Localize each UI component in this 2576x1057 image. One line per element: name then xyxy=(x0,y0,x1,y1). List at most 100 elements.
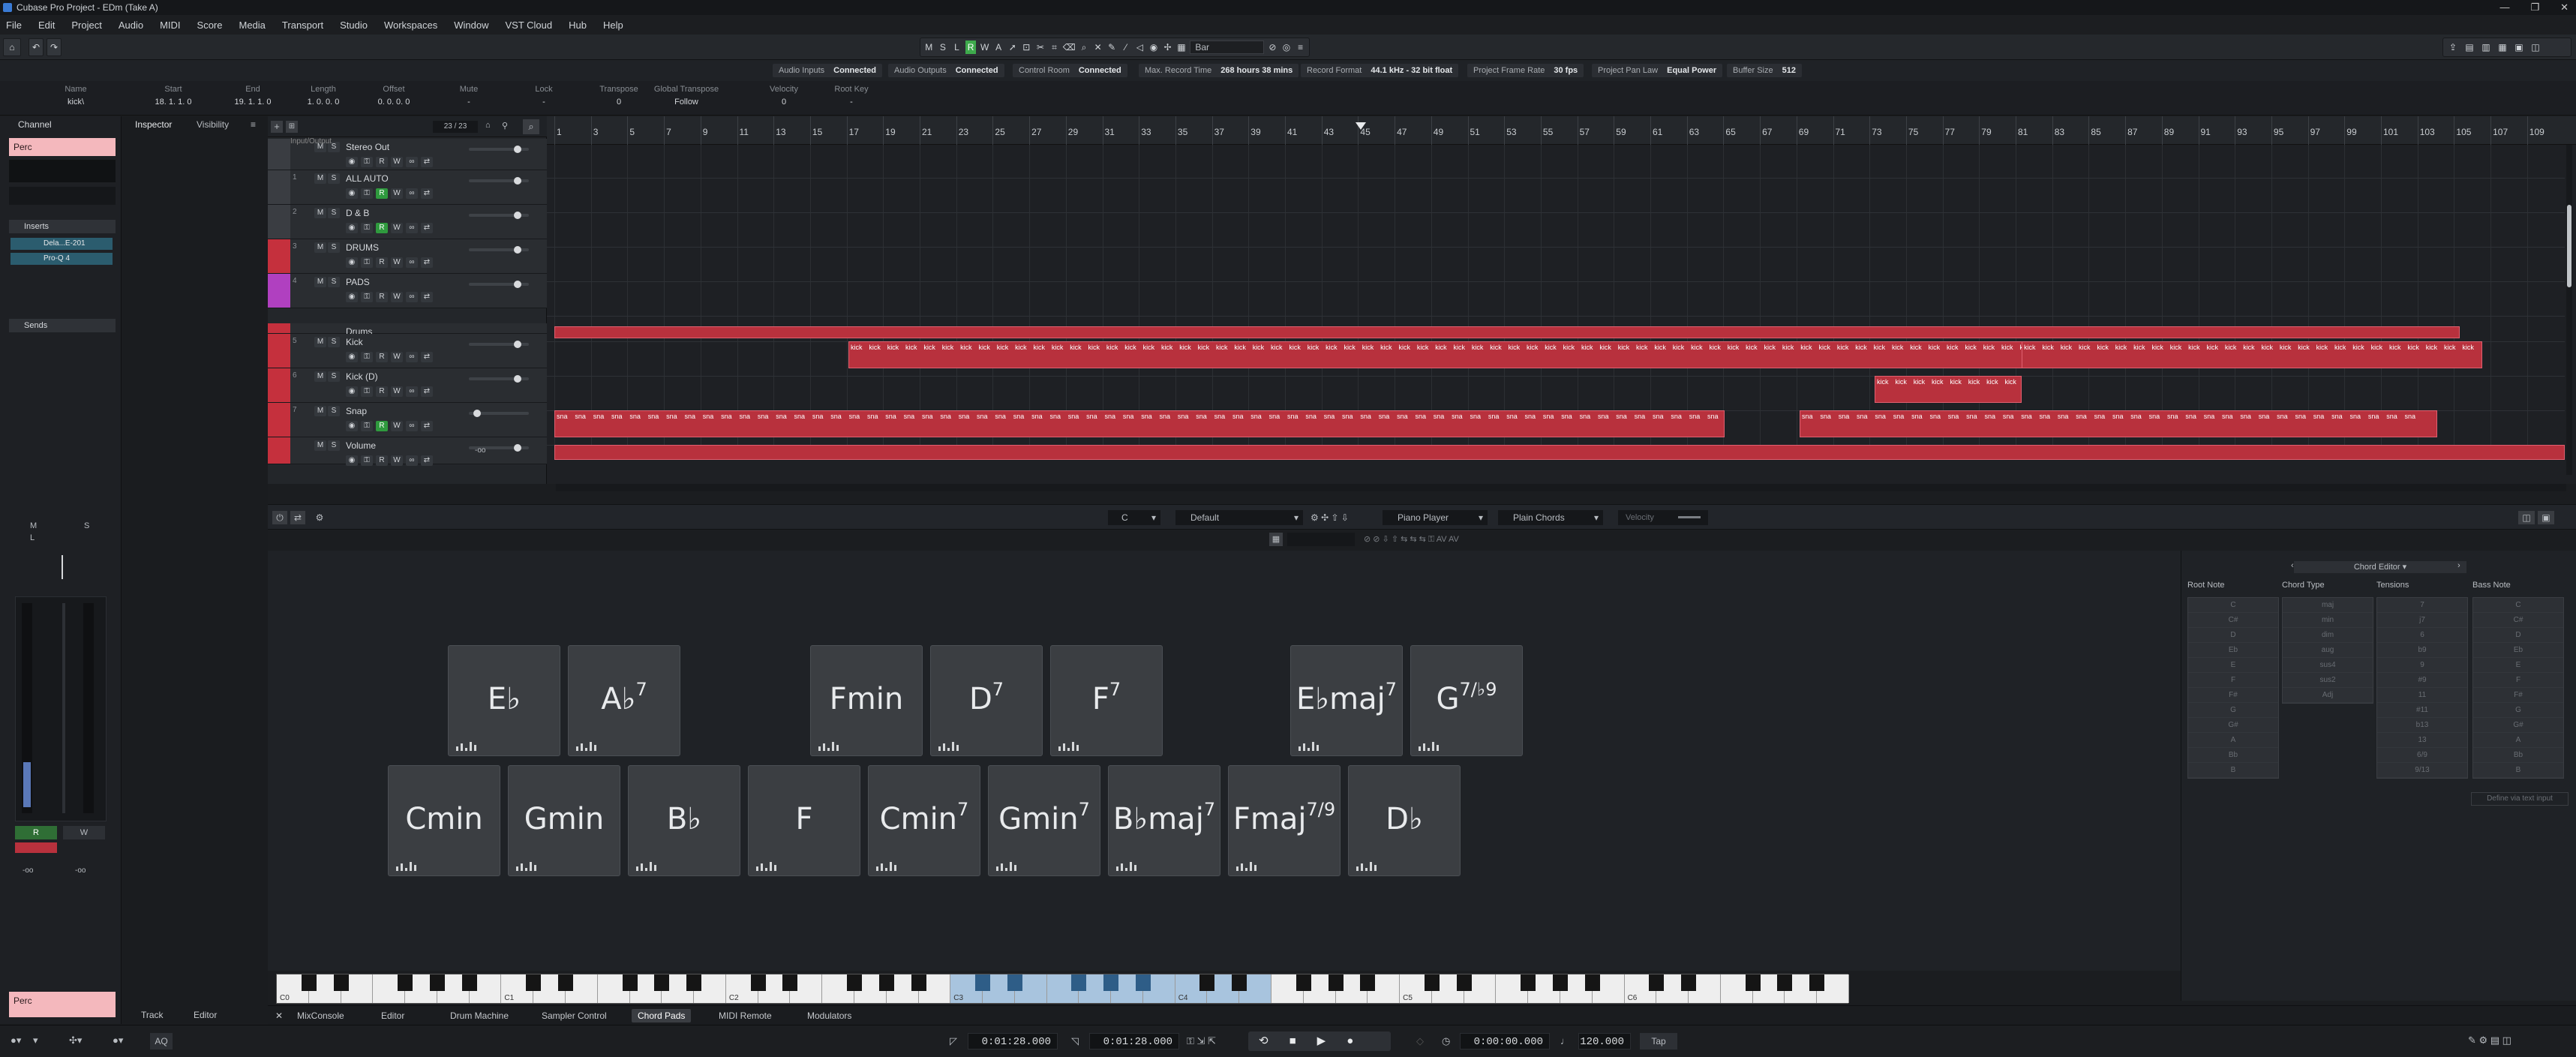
black-key[interactable] xyxy=(975,974,991,991)
chord-editor-option[interactable]: C xyxy=(2188,598,2278,613)
mute-tool-icon[interactable]: ✕ xyxy=(1092,41,1103,54)
track-solo-button[interactable]: S xyxy=(328,173,340,184)
status-audio-outputs[interactable]: Audio Outputs Connected xyxy=(888,64,1004,77)
chord-editor-option[interactable]: 9/13 xyxy=(2377,763,2467,778)
track-mute-button[interactable]: M xyxy=(314,337,326,347)
track-name[interactable]: ALL AUTO xyxy=(346,173,389,184)
track-write-button[interactable]: W xyxy=(391,386,403,397)
chord-editor-option[interactable]: C# xyxy=(2188,613,2278,628)
power-icon[interactable]: ⏻ xyxy=(272,511,287,524)
key-select[interactable]: C ▾ xyxy=(1108,510,1160,525)
chord-pad[interactable]: B♭ xyxy=(628,765,740,876)
track-edit-button[interactable]: ∞ xyxy=(406,223,418,233)
black-key[interactable] xyxy=(1071,974,1087,991)
track-pads[interactable]: 4 PADS M S ◉ ⚿ R W ∞ ⇄ xyxy=(268,274,547,308)
track-name[interactable]: DRUMS xyxy=(346,242,379,253)
bottom-track-name[interactable]: Perc xyxy=(9,992,116,1017)
track-lock-button[interactable]: ⚿ xyxy=(361,157,373,167)
track-write-button[interactable]: W xyxy=(391,421,403,431)
layout-full-icon[interactable]: ▣ xyxy=(2512,41,2526,54)
chord-pad[interactable]: D7 xyxy=(930,645,1043,756)
track-monitor-button[interactable]: ◉ xyxy=(346,292,358,302)
sends-header[interactable]: Sends xyxy=(9,319,116,332)
erase-tool-icon[interactable]: ⌫ xyxy=(1063,41,1076,54)
chord-editor-option[interactable]: 7 xyxy=(2377,598,2467,613)
track-color[interactable] xyxy=(268,139,290,170)
track-lock-button[interactable]: ⚿ xyxy=(361,292,373,302)
track-kick-d-[interactable]: 6 Kick (D) M S ◉ ⚿ R W ∞ ⇄ xyxy=(268,368,547,403)
tab-midi-remote[interactable]: MIDI Remote xyxy=(713,1009,778,1022)
chord-editor-option[interactable]: B xyxy=(2188,763,2278,778)
track-name[interactable]: Kick (D) xyxy=(346,371,378,382)
chords-select[interactable]: Plain Chords ▾ xyxy=(1498,510,1603,525)
home-icon[interactable]: ⌂ xyxy=(3,38,21,56)
stop-button[interactable]: ■ xyxy=(1290,1031,1296,1051)
search-icon[interactable]: ⌕ xyxy=(523,119,539,134)
tab-drum-machine[interactable]: Drum Machine xyxy=(444,1009,515,1022)
solo-button[interactable]: S xyxy=(84,521,89,530)
metronome-icon[interactable]: ♩ xyxy=(1560,1033,1575,1049)
chord-editor-option[interactable]: C xyxy=(2473,598,2563,613)
track-volume-fader[interactable] xyxy=(469,146,529,153)
menu-workspaces[interactable]: Workspaces xyxy=(384,20,437,31)
black-key[interactable] xyxy=(1199,974,1215,991)
menu-vst-cloud[interactable]: VST Cloud xyxy=(506,20,553,31)
tap-button[interactable]: Tap xyxy=(1640,1033,1677,1049)
track-drums[interactable]: 3 DRUMS M S ◉ ⚿ R W ∞ ⇄ xyxy=(268,239,547,274)
piano-keyboard[interactable]: C0 C1 C2 C3 C4 C5 C6 xyxy=(276,974,1849,1004)
black-key[interactable] xyxy=(398,974,413,991)
auto-quantize-icon[interactable]: ●▾ xyxy=(113,1034,128,1048)
listen-button[interactable]: L xyxy=(30,533,35,542)
black-key[interactable] xyxy=(911,974,926,991)
chord-editor-option[interactable]: A xyxy=(2473,733,2563,748)
vertical-scrollbar[interactable] xyxy=(2566,145,2572,475)
chord-editor-title[interactable]: Chord Editor ▾ xyxy=(2294,561,2466,573)
chord-pad[interactable]: G7/♭9 xyxy=(1410,645,1523,756)
track-read-button[interactable]: R xyxy=(376,455,388,466)
track-lock-button[interactable]: ⚿ xyxy=(361,386,373,397)
snap-select[interactable]: Bar xyxy=(1190,41,1265,54)
menu-file[interactable]: File xyxy=(6,20,22,31)
status-project-frame-rate[interactable]: Project Frame Rate 30 fps xyxy=(1467,64,1584,77)
track-volume-fader[interactable] xyxy=(469,246,529,254)
tab-track[interactable]: Track xyxy=(135,1008,170,1022)
black-key[interactable] xyxy=(1553,974,1569,991)
close-button[interactable]: ✕ xyxy=(2560,0,2568,15)
read-button[interactable]: R xyxy=(15,826,57,839)
chord-editor-next-icon[interactable]: › xyxy=(2457,561,2460,570)
mute-mode-button[interactable]: M xyxy=(923,41,935,54)
status-record-format[interactable]: Record Format 44.1 kHz - 32 bit float xyxy=(1301,64,1459,77)
track-route-button[interactable]: ⇄ xyxy=(421,157,433,167)
black-key[interactable] xyxy=(1809,974,1825,991)
track-read-button[interactable]: R xyxy=(376,257,388,268)
write-mode-button[interactable]: W xyxy=(979,41,990,54)
black-key[interactable] xyxy=(461,974,477,991)
chord-pad[interactable]: E♭ xyxy=(448,645,560,756)
menu-help[interactable]: Help xyxy=(603,20,623,31)
track-route-button[interactable]: ⇄ xyxy=(421,257,433,268)
track-name[interactable]: D & B xyxy=(346,208,369,218)
track-write-button[interactable]: W xyxy=(391,188,403,199)
track-monitor-button[interactable]: ◉ xyxy=(346,188,358,199)
info-transpose[interactable]: Transpose 0 xyxy=(585,85,653,107)
chord-editor-option[interactable]: Bb xyxy=(2473,748,2563,763)
black-key[interactable] xyxy=(526,974,542,991)
track-lock-button[interactable]: ⚿ xyxy=(361,223,373,233)
select-tool-icon[interactable]: ➚ xyxy=(1007,41,1018,54)
chord-editor-option[interactable]: dim xyxy=(2283,628,2373,643)
write-button[interactable]: W xyxy=(63,826,105,839)
right-locator-icon[interactable]: ◹ xyxy=(1071,1033,1086,1049)
chord-editor-option[interactable]: min xyxy=(2283,613,2373,628)
black-key[interactable] xyxy=(1424,974,1440,991)
inserts-header[interactable]: Inserts xyxy=(9,220,116,233)
track-route-button[interactable]: ⇄ xyxy=(421,421,433,431)
chord-editor-option[interactable]: F# xyxy=(2188,688,2278,703)
chord-editor-option[interactable]: aug xyxy=(2283,643,2373,658)
status-buffer-size[interactable]: Buffer Size 512 xyxy=(1727,64,1802,77)
chord-editor-option[interactable]: j7 xyxy=(2377,613,2467,628)
black-key[interactable] xyxy=(750,974,766,991)
info-name[interactable]: Name kick\ xyxy=(42,85,110,107)
tab-mixconsole[interactable]: MixConsole xyxy=(291,1009,350,1022)
bass-note-list[interactable]: C C# D Eb E F F# G G# A Bb B xyxy=(2472,597,2564,779)
info-offset[interactable]: Offset 0. 0. 0. 0 xyxy=(360,85,428,107)
